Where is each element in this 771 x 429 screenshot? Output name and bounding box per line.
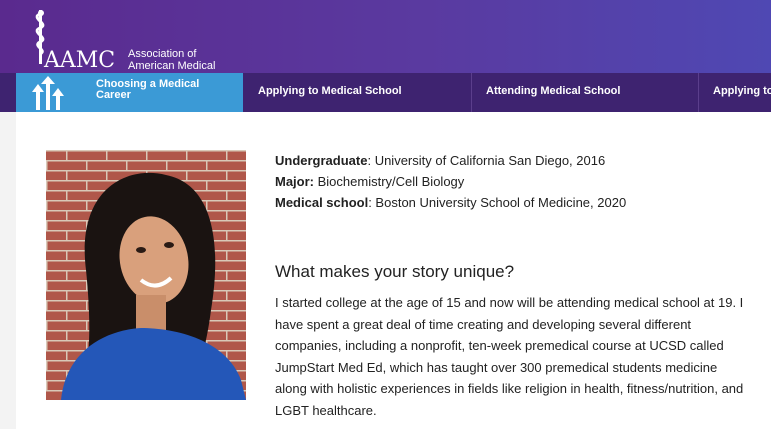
story-answer: I started college at the age of 15 and n… [275, 295, 744, 418]
logo-wordmark: AAMC [44, 48, 116, 73]
nav-label: Applying to Medical School [258, 85, 402, 97]
school-value: : Boston University School of Medicine, … [368, 195, 627, 210]
site-header: AAMC Association of American Medical Col… [0, 0, 771, 84]
major-label: Major: [275, 174, 314, 189]
story-question: What makes your story unique? [275, 262, 515, 281]
school-line: Medical school: Boston University School… [275, 192, 626, 213]
nav-item-choosing-career[interactable]: Choosing a Medical Career [16, 73, 243, 112]
nav-item-attending[interactable]: Attending Medical School [471, 73, 698, 112]
signpost-arrows-icon [32, 76, 64, 110]
org-name-line1: Association of [128, 48, 197, 60]
undergrad-value: : University of California San Diego, 20… [367, 153, 606, 168]
major-value: Biochemistry/Cell Biology [314, 174, 465, 189]
major-line: Major: Biochemistry/Cell Biology [275, 171, 626, 192]
profile-details: Undergraduate: University of California … [275, 150, 626, 213]
nav-label: Applying to [713, 85, 771, 97]
school-label: Medical school [275, 195, 369, 210]
undergrad-label: Undergraduate [275, 153, 368, 168]
nav-label: Attending Medical School [486, 85, 621, 97]
profile-photo [46, 150, 246, 400]
nav-item-applying-to[interactable]: Applying to [698, 73, 771, 112]
main-nav: Choosing a Medical Career Applying to Me… [0, 73, 771, 112]
undergrad-line: Undergraduate: University of California … [275, 150, 626, 171]
nav-item-applying[interactable]: Applying to Medical School [243, 73, 471, 112]
aamc-logo[interactable]: AAMC Association of American Medical Col… [14, 4, 244, 84]
nav-label: Choosing a Medical Career [96, 78, 200, 101]
